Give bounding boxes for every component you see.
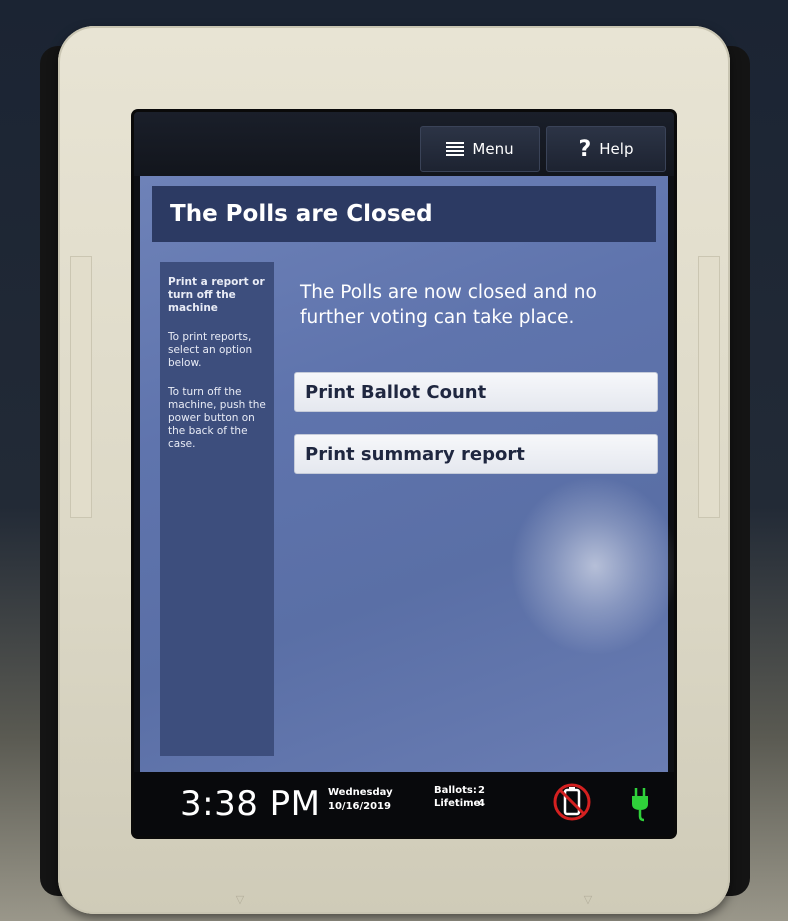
- ballots-value: 2: [478, 785, 485, 796]
- touchscreen: Menu ? Help The Polls are Closed Print a…: [134, 112, 674, 836]
- help-button[interactable]: ? Help: [546, 126, 666, 172]
- top-bar: Menu ? Help: [134, 112, 674, 176]
- housing-foot-mark-left: ▽: [235, 893, 245, 906]
- ballot-counts: Ballots: 2 Lifetime: 4: [434, 784, 485, 810]
- housing-foot-mark-right: ▽: [583, 893, 593, 906]
- housing-ridge-left: [70, 256, 92, 518]
- instructions-sidebar: Print a report or turn off the machine T…: [160, 262, 274, 756]
- status-bar: 3:38 PM Wednesday 10/16/2019 Ballots: 2 …: [134, 772, 674, 836]
- print-summary-report-button[interactable]: Print summary report: [294, 434, 658, 474]
- print-ballot-count-button[interactable]: Print Ballot Count: [294, 372, 658, 412]
- help-label: Help: [599, 140, 634, 158]
- screen-glare: [510, 476, 674, 656]
- question-mark-icon: ?: [578, 136, 592, 162]
- sidebar-print-instructions: To print reports, select an option below…: [168, 331, 253, 369]
- sidebar-power-instructions: To turn off the machine, push the power …: [168, 386, 266, 450]
- app-panel: The Polls are Closed Print a report or t…: [140, 176, 674, 772]
- menu-button[interactable]: Menu: [420, 126, 540, 172]
- no-battery-icon: [553, 783, 591, 821]
- lifetime-label: Lifetime:: [434, 798, 485, 809]
- lifetime-value: 4: [478, 798, 485, 809]
- page-title: The Polls are Closed: [170, 201, 433, 227]
- power-plug-icon: [632, 788, 648, 822]
- weekday: Wednesday: [328, 787, 393, 798]
- title-bar: The Polls are Closed: [152, 186, 656, 242]
- clock-time: 3:38 PM: [180, 784, 321, 824]
- housing-ridge-right: [698, 256, 720, 518]
- menu-label: Menu: [472, 140, 514, 158]
- ballots-label: Ballots:: [434, 785, 477, 796]
- date-display: Wednesday 10/16/2019: [328, 786, 393, 814]
- polls-closed-message: The Polls are now closed and no further …: [300, 282, 597, 328]
- date: 10/16/2019: [328, 801, 391, 812]
- hamburger-icon: [446, 142, 465, 156]
- sidebar-heading: Print a report or turn off the machine: [168, 276, 265, 314]
